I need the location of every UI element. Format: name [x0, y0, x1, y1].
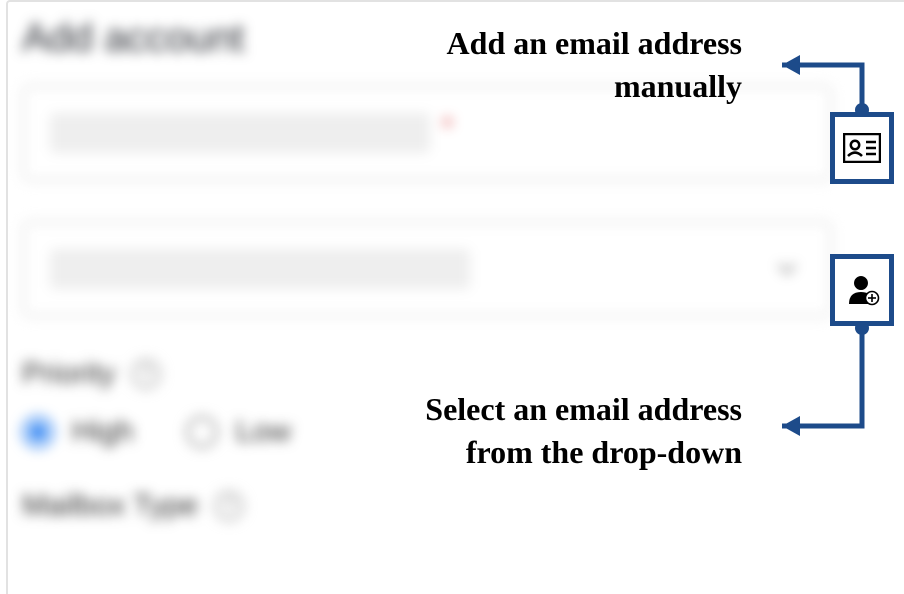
email-input[interactable]: *: [22, 85, 832, 181]
add-user-icon: [844, 272, 880, 308]
dropdown-field-row: [22, 221, 904, 317]
mailbox-type-section: Mailbox Type ?: [22, 489, 904, 523]
priority-section: Priority ?: [22, 357, 904, 391]
email-dropdown[interactable]: [22, 221, 832, 317]
priority-radio-low-label: Low: [236, 415, 291, 449]
priority-radio-low[interactable]: Low: [186, 415, 291, 449]
radio-icon: [186, 416, 218, 448]
priority-label: Priority: [22, 357, 115, 391]
required-star: *: [442, 111, 453, 143]
email-field-row: *: [22, 85, 904, 181]
manual-email-button[interactable]: [830, 112, 894, 184]
priority-radio-high-label: High: [72, 415, 134, 449]
mailbox-type-label: Mailbox Type: [22, 489, 198, 523]
chevron-down-icon: [776, 258, 798, 280]
add-user-button[interactable]: [830, 254, 894, 326]
radio-icon: [22, 416, 54, 448]
help-icon[interactable]: ?: [131, 359, 161, 389]
priority-radio-group: High Low: [22, 415, 904, 449]
help-icon[interactable]: ?: [214, 491, 244, 521]
priority-radio-high[interactable]: High: [22, 415, 134, 449]
contact-card-icon: [843, 133, 881, 163]
page-title: Add account: [22, 16, 904, 61]
